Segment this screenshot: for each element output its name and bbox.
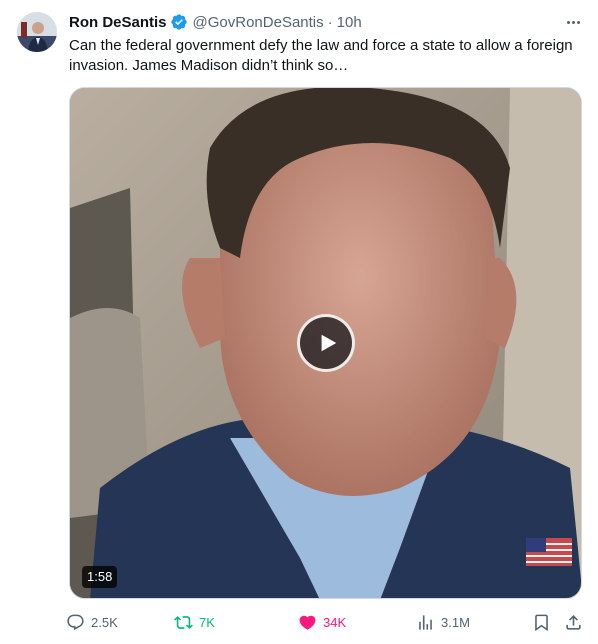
bookmark-icon (535, 614, 548, 631)
like-count: 34K (323, 614, 347, 630)
separator-dot: · (327, 13, 333, 31)
timestamp[interactable]: 10h (337, 14, 362, 31)
author-name[interactable]: Ron DeSantis (69, 14, 167, 31)
retweet-icon (174, 615, 193, 629)
retweet-count: 7K (199, 614, 215, 630)
like-button[interactable]: 34K (298, 610, 346, 634)
bookmark-button[interactable] (532, 610, 551, 634)
views-icon (419, 614, 432, 630)
tweet-text: Can the federal government defy the law … (69, 37, 573, 74)
avatar[interactable] (17, 12, 57, 52)
share-button[interactable] (564, 610, 583, 634)
reply-count: 2.5K (91, 614, 118, 630)
reply-icon (67, 614, 84, 630)
views-count: 3.1M (441, 614, 470, 630)
verified-badge-icon (170, 13, 188, 31)
heart-icon (299, 615, 316, 630)
tweet-header: Ron DeSantis @GovRonDeSantis · 10h (69, 12, 362, 32)
views-button[interactable]: 3.1M (416, 610, 470, 634)
play-button[interactable] (297, 314, 355, 372)
action-bar: 2.5K 7K 34K 3.1M (66, 610, 586, 634)
more-options-icon[interactable] (562, 12, 584, 32)
author-handle[interactable]: @GovRonDeSantis (193, 14, 324, 31)
share-icon (566, 614, 581, 630)
video-duration: 1:58 (82, 566, 118, 588)
reply-button[interactable]: 2.5K (66, 610, 118, 634)
retweet-button[interactable]: 7K (174, 610, 215, 634)
play-icon (321, 334, 336, 352)
tweet[interactable]: Ron DeSantis @GovRonDeSantis · 10h Can t… (0, 0, 598, 644)
video-player[interactable]: 1:58 (69, 87, 582, 599)
